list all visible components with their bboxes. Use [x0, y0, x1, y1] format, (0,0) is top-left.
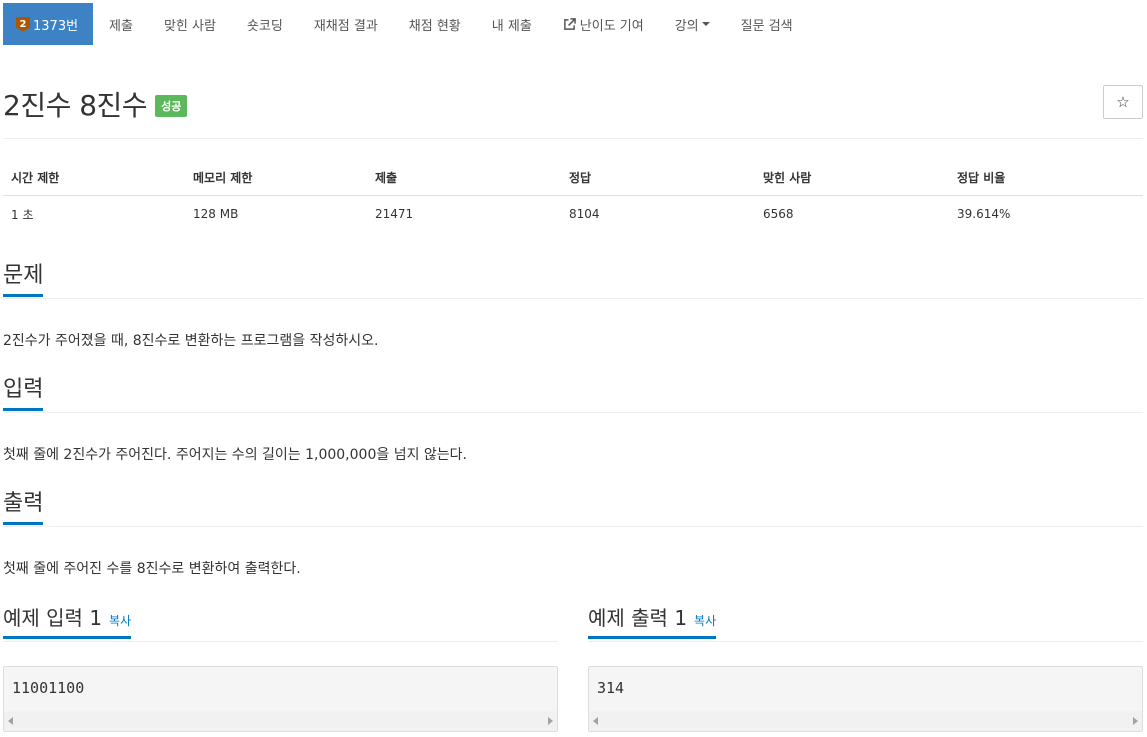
scroll-left-icon[interactable]: [8, 717, 13, 725]
tab-problem[interactable]: 2 1373번: [3, 3, 94, 45]
copy-sample-output-link[interactable]: 복사: [694, 614, 716, 628]
problem-title: 2진수 8진수: [3, 89, 148, 122]
divider: [3, 412, 1143, 413]
value-time-limit: 1 초: [11, 207, 34, 222]
sample-output-head: 예제 출력 1 복사: [588, 606, 717, 639]
header-accept-ratio: 정답 비율: [949, 158, 1143, 196]
divider: [588, 641, 1143, 642]
external-link-icon: [563, 17, 576, 30]
favorite-button[interactable]: ☆: [1103, 85, 1143, 119]
divider: [3, 138, 1143, 139]
sample-output-heading: 예제 출력 1 복사: [588, 606, 717, 639]
sample-input-box[interactable]: 11001100: [3, 666, 558, 732]
value-accept-ratio: 39.614%: [957, 207, 1011, 222]
tab-short-coding[interactable]: 숏코딩: [231, 3, 298, 45]
sample-input-content: 11001100: [12, 679, 85, 697]
divider: [3, 298, 1143, 299]
tab-difficulty-contribution[interactable]: 난이도 기여: [547, 3, 659, 45]
sample-output-content: 314: [597, 679, 625, 697]
table-row: 1 초 128 MB 21471 8104 6568 39.614%: [3, 195, 1143, 233]
tab-difficulty-label: 난이도 기여: [579, 18, 644, 34]
description-section-head: 문제: [3, 263, 44, 298]
table-header-row: 시간 제한 메모리 제한 제출 정답 맞힌 사람 정답 비율: [3, 158, 1143, 196]
sample-input-title: 예제 입력 1: [3, 606, 103, 630]
horizontal-scrollbar[interactable]: [4, 711, 557, 731]
title-row: 2진수 8진수 성공: [3, 84, 188, 124]
divider: [3, 641, 558, 642]
tab-submit[interactable]: 제출: [93, 3, 148, 45]
sample-input-heading: 예제 입력 1 복사: [3, 606, 132, 639]
input-section-head: 입력: [3, 377, 44, 412]
tab-my-submissions[interactable]: 내 제출: [476, 3, 547, 45]
divider: [3, 526, 1143, 527]
tab-lectures-label: 강의: [674, 18, 699, 34]
problem-info-table: 시간 제한 메모리 제한 제출 정답 맞힌 사람 정답 비율 1 초 128 M…: [3, 158, 1143, 233]
star-icon: ☆: [1116, 93, 1130, 111]
scroll-right-icon[interactable]: [548, 717, 553, 725]
header-time-limit: 시간 제한: [3, 158, 185, 196]
tier-icon: 2: [16, 16, 30, 32]
output-section-head: 출력: [3, 491, 44, 526]
status-badge: 성공: [155, 95, 188, 117]
tab-solved-users[interactable]: 맞힌 사람: [148, 3, 231, 45]
value-solved-users: 6568: [763, 207, 794, 222]
value-memory-limit: 128 MB: [193, 207, 239, 222]
tab-judge-status[interactable]: 채점 현황: [393, 3, 476, 45]
sample-output-title: 예제 출력 1: [588, 606, 688, 630]
caret-down-icon: [701, 22, 710, 26]
sample-input-head: 예제 입력 1 복사: [3, 606, 132, 639]
output-heading: 출력: [3, 491, 44, 526]
description-heading: 문제: [3, 263, 44, 298]
header-solved-users: 맞힌 사람: [755, 158, 949, 196]
copy-sample-input-link[interactable]: 복사: [109, 614, 131, 628]
header-memory-limit: 메모리 제한: [185, 158, 367, 196]
tab-rejudge-results[interactable]: 재채점 결과: [298, 3, 393, 45]
value-accepted: 8104: [569, 207, 600, 222]
tab-lectures-dropdown[interactable]: 강의: [659, 3, 725, 45]
input-heading: 입력: [3, 377, 44, 412]
output-text: 첫째 줄에 주어진 수를 8진수로 변환하여 출력한다.: [3, 561, 301, 577]
scroll-right-icon[interactable]: [1133, 717, 1138, 725]
input-text: 첫째 줄에 2진수가 주어진다. 주어지는 수의 길이는 1,000,000을 …: [3, 447, 467, 463]
header-submissions: 제출: [367, 158, 561, 196]
header-accepted: 정답: [561, 158, 755, 196]
tab-problem-label: 1373번: [33, 18, 79, 34]
horizontal-scrollbar[interactable]: [589, 711, 1142, 731]
sample-output-box[interactable]: 314: [588, 666, 1143, 732]
value-submissions: 21471: [375, 207, 414, 222]
problem-menu: 2 1373번 제출 맞힌 사람 숏코딩 재채점 결과 채점 현황 내 제출 난…: [3, 3, 808, 45]
description-text: 2진수가 주어졌을 때, 8진수로 변환하는 프로그램을 작성하시오.: [3, 333, 379, 349]
scroll-left-icon[interactable]: [593, 717, 598, 725]
tab-question-search[interactable]: 질문 검색: [725, 3, 808, 45]
